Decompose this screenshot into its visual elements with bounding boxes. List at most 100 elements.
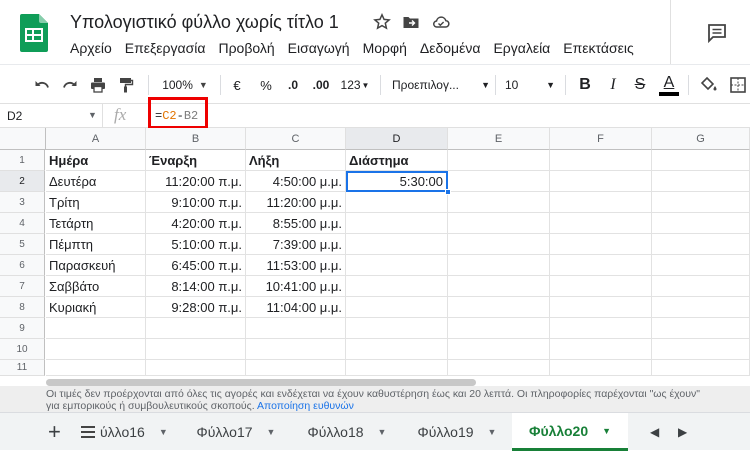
cell-c8[interactable]: 11:04:00 μ.μ. [246,297,346,318]
cell-f3[interactable] [550,192,652,213]
cell-d3[interactable] [346,192,448,213]
cell-e11[interactable] [448,360,550,376]
cell-a7[interactable]: Σαββάτο [46,276,146,297]
row-header-11[interactable]: 11 [0,360,45,376]
cell-b10[interactable] [146,339,246,360]
row-header-3[interactable]: 3 [0,192,45,213]
cell-g2[interactable] [652,171,750,192]
cell-f11[interactable] [550,360,652,376]
strikethrough-button[interactable]: S [631,65,649,105]
cell-e6[interactable] [448,255,550,276]
cell-a8[interactable]: Κυριακή [46,297,146,318]
column-header-d[interactable]: D [346,128,448,150]
sheet-tab-19[interactable]: Φύλλο19 ▼ [402,413,512,451]
increase-decimal-button[interactable]: .00 [308,65,334,105]
menu-data[interactable]: Δεδομένα [420,40,481,58]
cell-g10[interactable] [652,339,750,360]
cell-b2[interactable]: 11:20:00 π.μ. [146,171,246,192]
fill-color-button[interactable] [698,65,720,105]
cell-d4[interactable] [346,213,448,234]
column-header-e[interactable]: E [448,128,550,150]
cell-b1[interactable]: Έναρξη [146,150,246,171]
menu-format[interactable]: Μορφή [363,40,407,58]
bold-button[interactable]: B [576,65,594,105]
text-color-button[interactable]: A [659,65,679,105]
cell-g9[interactable] [652,318,750,339]
cell-f2[interactable] [550,171,652,192]
scroll-tabs-left-icon[interactable]: ◀ [640,413,669,451]
cell-d9[interactable] [346,318,448,339]
cell-c6[interactable]: 11:53:00 μ.μ. [246,255,346,276]
cell-a10[interactable] [46,339,146,360]
cell-g4[interactable] [652,213,750,234]
cell-c2[interactable]: 4:50:00 μ.μ. [246,171,346,192]
star-icon[interactable] [373,13,391,31]
cell-f1[interactable] [550,150,652,171]
currency-button[interactable]: € [228,65,246,105]
cell-a3[interactable]: Τρίτη [46,192,146,213]
row-header-10[interactable]: 10 [0,339,45,360]
document-title[interactable]: Υπολογιστικό φύλλο χωρίς τίτλο 1 [70,12,339,33]
row-header-4[interactable]: 4 [0,213,45,234]
row-header-6[interactable]: 6 [0,255,45,276]
disclaimer-link[interactable]: Αποποίηση ευθυνών [257,400,354,412]
paint-format-button[interactable] [114,65,138,105]
cell-e5[interactable] [448,234,550,255]
cell-g6[interactable] [652,255,750,276]
scroll-tabs-right-icon[interactable]: ▶ [668,413,697,451]
sheet-tab-18[interactable]: Φύλλο18 ▼ [292,413,402,451]
cell-a11[interactable] [46,360,146,376]
comments-icon[interactable] [706,22,728,44]
cell-c3[interactable]: 11:20:00 μ.μ. [246,192,346,213]
column-header-g[interactable]: G [652,128,750,150]
cell-g3[interactable] [652,192,750,213]
row-header-8[interactable]: 8 [0,297,45,318]
cell-d6[interactable] [346,255,448,276]
borders-button[interactable] [726,65,750,105]
row-header-9[interactable]: 9 [0,318,45,339]
cell-f8[interactable] [550,297,652,318]
cell-d1[interactable]: Διάστημα [346,150,448,171]
cell-g1[interactable] [652,150,750,171]
sheet-tab-17[interactable]: Φύλλο17 ▼ [180,413,292,451]
row-header-1[interactable]: 1 [0,150,45,171]
column-header-c[interactable]: C [246,128,346,150]
undo-button[interactable] [30,65,54,105]
cell-b6[interactable]: 6:45:00 π.μ. [146,255,246,276]
cell-d7[interactable] [346,276,448,297]
cell-b5[interactable]: 5:10:00 π.μ. [146,234,246,255]
cell-b7[interactable]: 8:14:00 π.μ. [146,276,246,297]
cell-g8[interactable] [652,297,750,318]
move-to-folder-icon[interactable] [402,13,420,31]
menu-insert[interactable]: Εισαγωγή [288,40,350,58]
cell-d8[interactable] [346,297,448,318]
sheets-logo-icon[interactable] [20,14,48,52]
cell-f4[interactable] [550,213,652,234]
cell-f6[interactable] [550,255,652,276]
sheet-tab-20-active[interactable]: Φύλλο20 ▼ [512,413,628,451]
cell-e9[interactable] [448,318,550,339]
cell-f10[interactable] [550,339,652,360]
cell-c9[interactable] [246,318,346,339]
cell-e1[interactable] [448,150,550,171]
cell-a1[interactable]: Ημέρα [46,150,146,171]
menu-view[interactable]: Προβολή [218,40,274,58]
cell-d2-selected[interactable]: 5:30:00 [346,171,448,192]
menu-tools[interactable]: Εργαλεία [493,40,550,58]
cell-a2[interactable]: Δευτέρα [46,171,146,192]
cell-c11[interactable] [246,360,346,376]
row-header-5[interactable]: 5 [0,234,45,255]
cell-e10[interactable] [448,339,550,360]
add-sheet-icon[interactable]: + [38,413,71,451]
cell-e4[interactable] [448,213,550,234]
print-button[interactable] [86,65,110,105]
font-select[interactable]: Προεπιλογ... ▼ [392,65,490,105]
cell-b4[interactable]: 4:20:00 π.μ. [146,213,246,234]
cell-a4[interactable]: Τετάρτη [46,213,146,234]
horizontal-scroll-thumb[interactable] [46,379,476,386]
row-header-7[interactable]: 7 [0,276,45,297]
cell-f7[interactable] [550,276,652,297]
cloud-status-icon[interactable] [432,13,450,31]
more-formats-button[interactable]: 123 ▼ [338,65,372,105]
cell-e7[interactable] [448,276,550,297]
